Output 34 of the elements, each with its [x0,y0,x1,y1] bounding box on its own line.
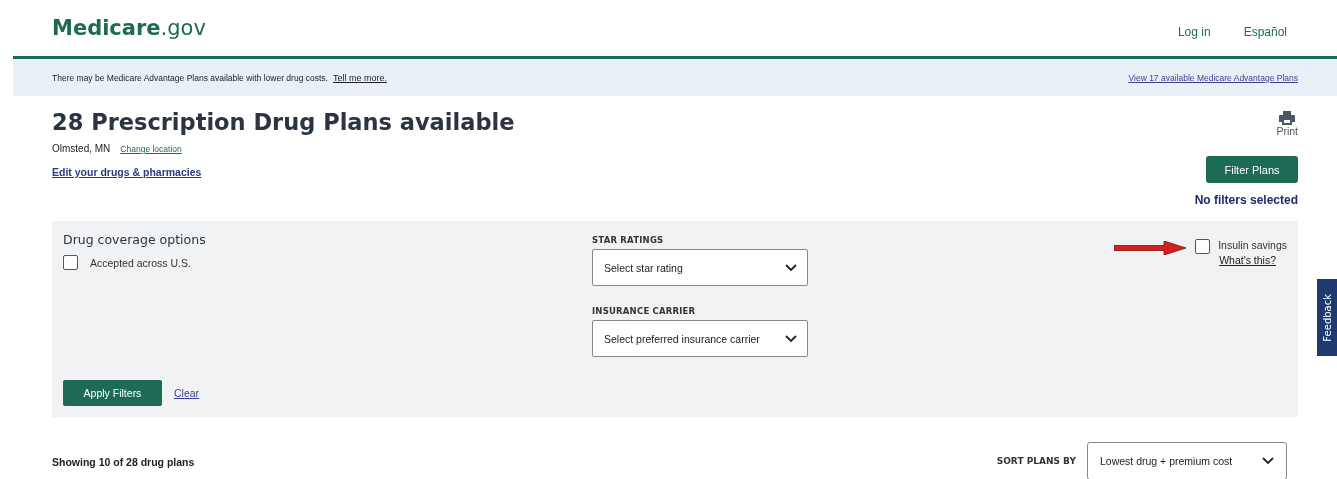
change-location-link[interactable]: Change location [120,144,182,154]
header-link[interactable]: Log in [1177,25,1211,39]
chevron-down-icon [1262,457,1274,465]
printer-icon [1279,111,1296,125]
select-dropdown[interactable]: Select preferred insurance carrier [592,320,808,357]
dropdown-label: STAR RATINGS [592,235,665,245]
location-text: Olmsted, MN [52,143,111,154]
results-summary: Showing 10 of 28 drug plans [52,456,195,468]
edit-drugs-link[interactable]: Edit your drugs & pharmacies [52,166,515,178]
print-button[interactable]: Print [1276,111,1298,137]
checkbox-label: Insulin savings [1218,239,1287,251]
header-link[interactable]: Español [1243,25,1287,39]
feedback-tab[interactable]: Feedback [1317,279,1337,356]
sort-label: SORT PLANS BY [996,456,1076,466]
arrow-icon [1114,241,1187,255]
checkbox-label: Accepted across U.S. [90,256,191,269]
site-logo[interactable]: Medicare.gov [52,16,206,40]
page-title: 28 Prescription Drug Plans available [52,109,515,135]
apply-filters-button[interactable]: Apply Filters [63,380,162,406]
section-title: Drug coverage options [63,232,207,247]
advantage-plans-link[interactable]: View 17 available Medicare Advantage Plans [1128,72,1298,83]
clear-link[interactable]: Clear [174,387,200,399]
tell-me-more-link[interactable]: Tell me more. [332,72,387,83]
select-dropdown[interactable]: Select star rating [592,249,808,286]
sort-dropdown[interactable]: Lowest drug + premium cost [1087,442,1287,479]
whats-this-link[interactable]: What's this? [1219,254,1276,266]
dropdown-label: INSURANCE CARRIER [592,306,697,316]
checkbox[interactable] [1195,239,1211,254]
banner-text: There may be Medicare Advantage Plans available with lower drug costs. [52,72,328,83]
checkbox[interactable] [63,255,78,270]
chevron-down-icon [785,263,797,272]
filter-status: No filters selected [1194,193,1298,207]
filter-plans-button[interactable]: Filter Plans [1206,156,1298,183]
chevron-down-icon [785,334,797,343]
